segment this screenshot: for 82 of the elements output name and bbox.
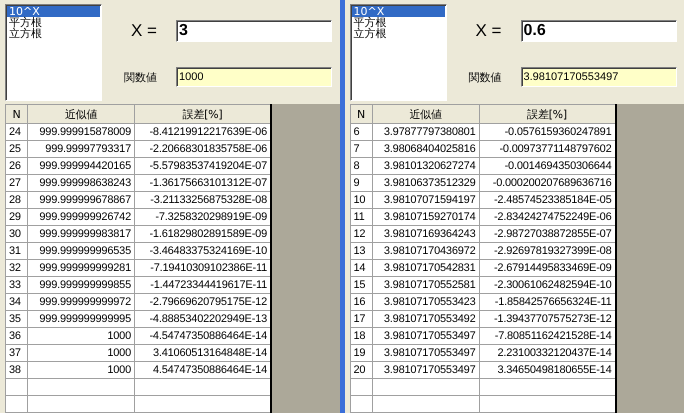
table-cell: 18 <box>350 328 372 344</box>
column-header[interactable]: 誤差[%] <box>134 104 271 124</box>
table-cell: 27 <box>6 174 28 192</box>
table-cell: 12 <box>350 226 372 242</box>
result-label: 関数値 <box>124 70 158 84</box>
table-cell: 3.98107170552581 <box>372 276 479 294</box>
table-cell: 13 <box>350 242 372 260</box>
table-cell: 19 <box>350 344 372 362</box>
x-label: X = <box>130 21 158 41</box>
x-input-field[interactable]: 3 <box>176 20 332 42</box>
table-cell: 3.98107071594197 <box>372 192 479 208</box>
table-cell: 999.999999999972 <box>28 294 134 310</box>
x-input-field[interactable]: 0.6 <box>520 20 676 42</box>
table-cell: 31 <box>6 242 28 260</box>
table-cell: 14 <box>350 260 372 276</box>
table-cell: 36 <box>6 328 28 344</box>
table-cell: 3.98106373512329 <box>372 174 479 192</box>
table-cell: 38 <box>6 362 28 378</box>
table-cell: 1000 <box>28 344 134 362</box>
table-cell: 26 <box>6 158 28 174</box>
function-list-item[interactable]: 10^X <box>7 6 100 17</box>
function-list-item[interactable]: 立方根 <box>352 28 444 39</box>
table-cell: 15 <box>350 276 372 294</box>
table-cell: 9 <box>350 174 372 192</box>
table-cell: 33 <box>6 276 28 294</box>
table-cell: 1000 <box>28 328 134 344</box>
table-cell: 35 <box>6 310 28 328</box>
column-header[interactable]: 近似値 <box>372 104 479 124</box>
table-cell: 999.999999999855 <box>28 276 134 294</box>
table-cell: 999.999998638243 <box>28 174 134 192</box>
result-field[interactable]: 1000 <box>176 67 332 87</box>
table-cell: 3.98107170553423 <box>372 294 479 310</box>
table-cell: 30 <box>6 226 28 242</box>
x-label: X = <box>474 21 502 41</box>
table-cell: 32 <box>6 260 28 276</box>
table-cell: 3.98107170553497 <box>372 362 479 378</box>
table-cell: 3.98107170553497 <box>372 344 479 362</box>
table-cell: 17 <box>350 310 372 328</box>
table-cell: 24 <box>6 124 28 140</box>
table-cell: 999.999999983817 <box>28 226 134 242</box>
function-list-item[interactable]: 10^X <box>352 6 444 17</box>
table-cell: 7 <box>350 140 372 158</box>
column-header[interactable]: 誤差[%] <box>479 104 616 124</box>
table-cell: 999.999999996535 <box>28 242 134 260</box>
column-header[interactable]: N <box>350 104 372 124</box>
table-cell: 999.999999999281 <box>28 260 134 276</box>
function-list[interactable]: 10^X 平方根 立方根 <box>5 4 102 101</box>
table-cell: 16 <box>350 294 372 310</box>
table-cell: 25 <box>6 140 28 158</box>
table-cell: 999.999915878009 <box>28 124 134 140</box>
table-cell: 6 <box>350 124 372 140</box>
table-cell: 10 <box>350 192 372 208</box>
function-list-item[interactable]: 立方根 <box>7 28 100 39</box>
table-cell: 999.999994420165 <box>28 158 134 174</box>
result-field[interactable]: 3.98107170553497 <box>520 67 676 87</box>
table-cell: 3.98107170553492 <box>372 310 479 328</box>
function-list-item[interactable]: 平方根 <box>352 17 444 28</box>
table-cell: 999.999999678867 <box>28 192 134 208</box>
table-cell: 3.98107170553497 <box>372 328 479 344</box>
table-cell: 11 <box>350 208 372 226</box>
column-header[interactable]: 近似値 <box>28 104 134 124</box>
table-cell: 29 <box>6 208 28 226</box>
table-cell: 999.99997793317 <box>28 140 134 158</box>
table-cell: 3.98107159270174 <box>372 208 479 226</box>
table-cell: 34 <box>6 294 28 310</box>
table-cell: 999.999999999995 <box>28 310 134 328</box>
table-cell: 3.98107169364243 <box>372 226 479 242</box>
table-cell: 3.98068404025816 <box>372 140 479 158</box>
table-cell: 1000 <box>28 362 134 378</box>
column-header[interactable]: N <box>6 104 28 124</box>
function-list[interactable]: 10^X 平方根 立方根 <box>350 4 446 101</box>
table-cell: 8 <box>350 158 372 174</box>
table-cell: 20 <box>350 362 372 378</box>
result-label: 関数値 <box>468 70 502 84</box>
table-cell: 3.98107170542831 <box>372 260 479 276</box>
table-cell: 37 <box>6 344 28 362</box>
table-cell: 3.98101320627274 <box>372 158 479 174</box>
table-cell: 3.97877797380801 <box>372 124 479 140</box>
table-cell: 3.98107170436972 <box>372 242 479 260</box>
table-cell: 999.999999926742 <box>28 208 134 226</box>
table-cell: 28 <box>6 192 28 208</box>
function-list-item[interactable]: 平方根 <box>7 17 100 28</box>
